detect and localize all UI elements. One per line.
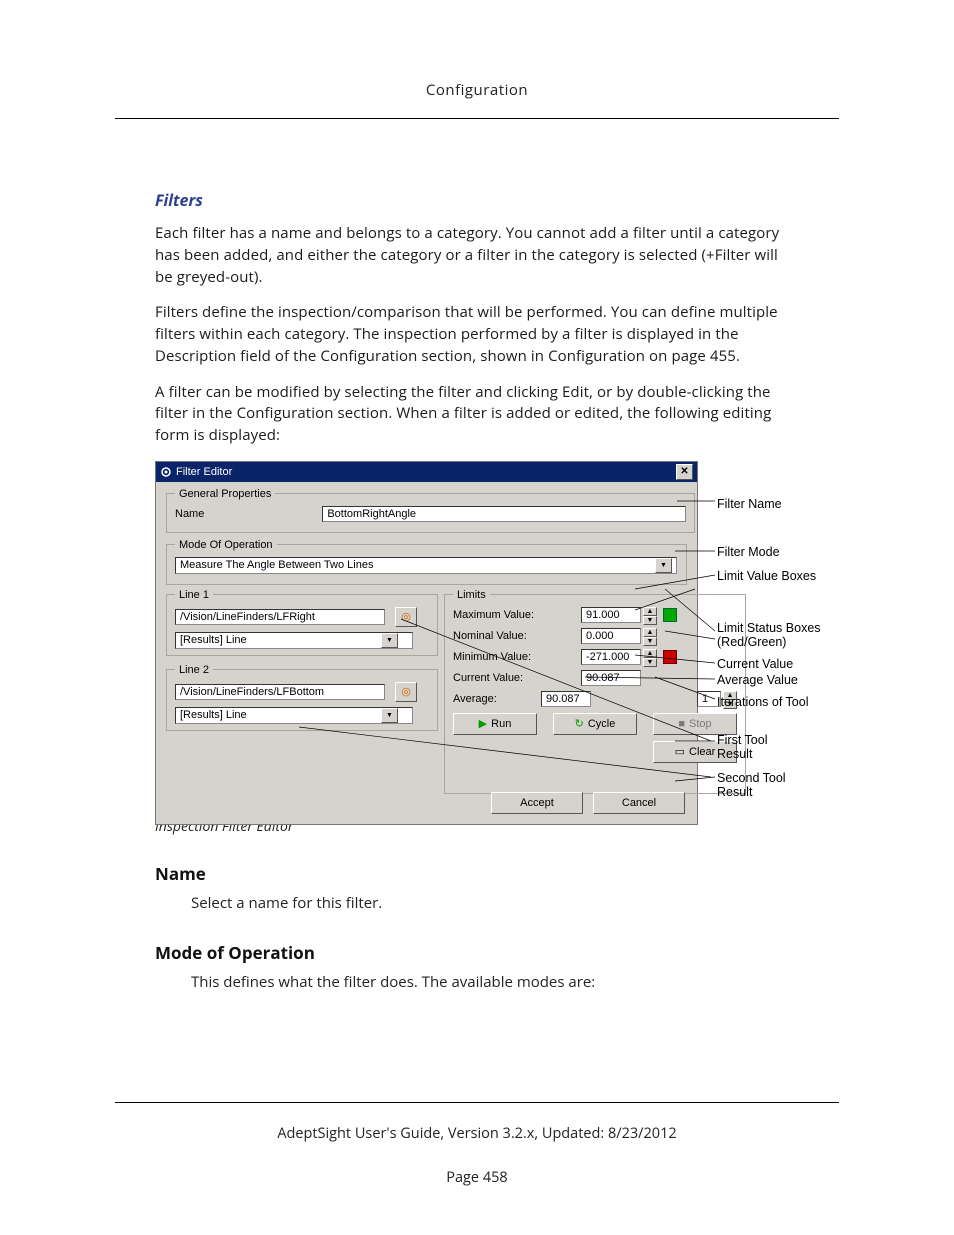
mode-paragraph: This defines what the filter does. The a… — [191, 972, 799, 994]
dialog-titlebar: Filter Editor ✕ — [156, 462, 697, 482]
anno-second-tool: Second Tool Result — [717, 771, 786, 799]
close-icon: ✕ — [680, 466, 688, 477]
page-number: Page 458 — [0, 1168, 954, 1187]
figure-filter-editor: Filter Editor ✕ General Properties Name … — [155, 461, 799, 803]
run-button[interactable]: ▶ Run — [453, 713, 537, 735]
chevron-down-icon: ▼ — [647, 638, 654, 645]
general-properties-group: General Properties Name — [166, 488, 695, 533]
min-label: Minimum Value: — [453, 651, 581, 663]
anno-current-value: Current Value — [717, 657, 793, 671]
content-block: Filters Each filter has a name and belon… — [115, 189, 839, 993]
avg-label: Average: — [453, 693, 541, 705]
nom-label: Nominal Value: — [453, 630, 581, 642]
stop-button-label: Stop — [689, 718, 712, 730]
anno-average-value: Average Value — [717, 673, 798, 687]
gear-icon — [160, 466, 172, 478]
play-icon: ▶ — [479, 717, 487, 730]
cancel-button[interactable]: Cancel — [593, 792, 685, 814]
dialog-title-text: Filter Editor — [176, 466, 232, 478]
max-label: Maximum Value: — [453, 609, 581, 621]
stop-icon: ■ — [678, 718, 685, 730]
filters-heading: Filters — [155, 189, 799, 211]
line2-browse-button[interactable]: ◎ — [395, 682, 417, 702]
limits-legend: Limits — [453, 589, 490, 601]
filter-editor-dialog: Filter Editor ✕ General Properties Name … — [155, 461, 698, 825]
line1-legend: Line 1 — [175, 589, 213, 601]
line2-path-input[interactable] — [175, 684, 385, 700]
paragraph-3: A filter can be modified by selecting th… — [155, 382, 799, 447]
max-spinner[interactable]: ▲▼ — [643, 607, 657, 623]
name-heading: Name — [155, 862, 799, 885]
nom-value-input[interactable] — [581, 628, 641, 644]
chevron-down-icon: ▼ — [381, 633, 398, 648]
avg-value-display — [541, 691, 591, 707]
min-spinner[interactable]: ▲▼ — [643, 649, 657, 665]
mode-legend: Mode Of Operation — [175, 539, 277, 551]
mode-select-value: Measure The Angle Between Two Lines — [180, 559, 373, 571]
chevron-up-icon: ▲ — [647, 650, 654, 657]
stop-button[interactable]: ■ Stop — [653, 713, 737, 735]
anno-first-tool: First Tool Result — [717, 733, 767, 761]
cur-label: Current Value: — [453, 672, 581, 684]
cancel-button-label: Cancel — [622, 797, 656, 809]
paragraph-1: Each filter has a name and belongs to a … — [155, 223, 799, 288]
chevron-down-icon: ▼ — [655, 558, 672, 573]
mode-of-operation-group: Mode Of Operation Measure The Angle Betw… — [166, 539, 687, 585]
name-label: Name — [175, 508, 204, 520]
line1-group: Line 1 ◎ [Results] Line ▼ — [166, 589, 438, 656]
name-paragraph: Select a name for this filter. — [191, 893, 799, 915]
cycle-button-label: Cycle — [588, 718, 616, 730]
chevron-down-icon: ▼ — [381, 708, 398, 723]
header-rule — [115, 118, 839, 119]
min-value-input[interactable] — [581, 649, 641, 665]
line1-result-select[interactable]: [Results] Line ▼ — [175, 632, 413, 649]
cur-value-display — [581, 670, 641, 686]
chevron-down-icon: ▼ — [647, 659, 654, 666]
chevron-up-icon: ▲ — [647, 608, 654, 615]
anno-limit-value: Limit Value Boxes — [717, 569, 816, 583]
target-icon: ◎ — [401, 610, 411, 623]
cycle-icon: ↻ — [575, 717, 584, 730]
nom-spinner[interactable]: ▲▼ — [643, 628, 657, 644]
accept-button-label: Accept — [520, 797, 554, 809]
line2-result-select[interactable]: [Results] Line ▼ — [175, 707, 413, 724]
anno-filter-name: Filter Name — [717, 497, 782, 511]
line1-path-input[interactable] — [175, 609, 385, 625]
clear-icon: ▭ — [675, 745, 685, 758]
limits-group: Limits Maximum Value: ▲▼ Nominal Value: — [444, 589, 746, 794]
target-icon: ◎ — [401, 685, 411, 698]
accept-button[interactable]: Accept — [491, 792, 583, 814]
anno-filter-mode: Filter Mode — [717, 545, 780, 559]
mode-select[interactable]: Measure The Angle Between Two Lines ▼ — [175, 557, 677, 574]
document-page: Configuration Filters Each filter has a … — [0, 0, 954, 1235]
run-button-label: Run — [491, 718, 511, 730]
paragraph-2: Filters define the inspection/comparison… — [155, 302, 799, 367]
filter-name-input[interactable] — [322, 506, 686, 522]
close-button[interactable]: ✕ — [676, 464, 693, 480]
line1-browse-button[interactable]: ◎ — [395, 607, 417, 627]
chevron-up-icon: ▲ — [647, 629, 654, 636]
general-properties-legend: General Properties — [175, 488, 275, 500]
clear-button-label: Clear — [689, 746, 715, 758]
line2-group: Line 2 ◎ [Results] Line ▼ — [166, 664, 438, 731]
line2-result-value: [Results] Line — [180, 709, 247, 721]
line2-legend: Line 2 — [175, 664, 213, 676]
chevron-down-icon: ▼ — [647, 617, 654, 624]
line1-result-value: [Results] Line — [180, 634, 247, 646]
anno-iterations: Iterations of Tool — [717, 695, 809, 709]
mode-heading: Mode of Operation — [155, 941, 799, 964]
footer-rule — [115, 1102, 839, 1103]
cycle-button[interactable]: ↻ Cycle — [553, 713, 637, 735]
page-header-title: Configuration — [115, 80, 839, 100]
max-value-input[interactable] — [581, 607, 641, 623]
min-status-box — [663, 650, 677, 664]
max-status-box — [663, 608, 677, 622]
anno-limit-status: Limit Status Boxes (Red/Green) — [717, 621, 821, 649]
footer-line: AdeptSight User's Guide, Version 3.2.x, … — [0, 1124, 954, 1143]
